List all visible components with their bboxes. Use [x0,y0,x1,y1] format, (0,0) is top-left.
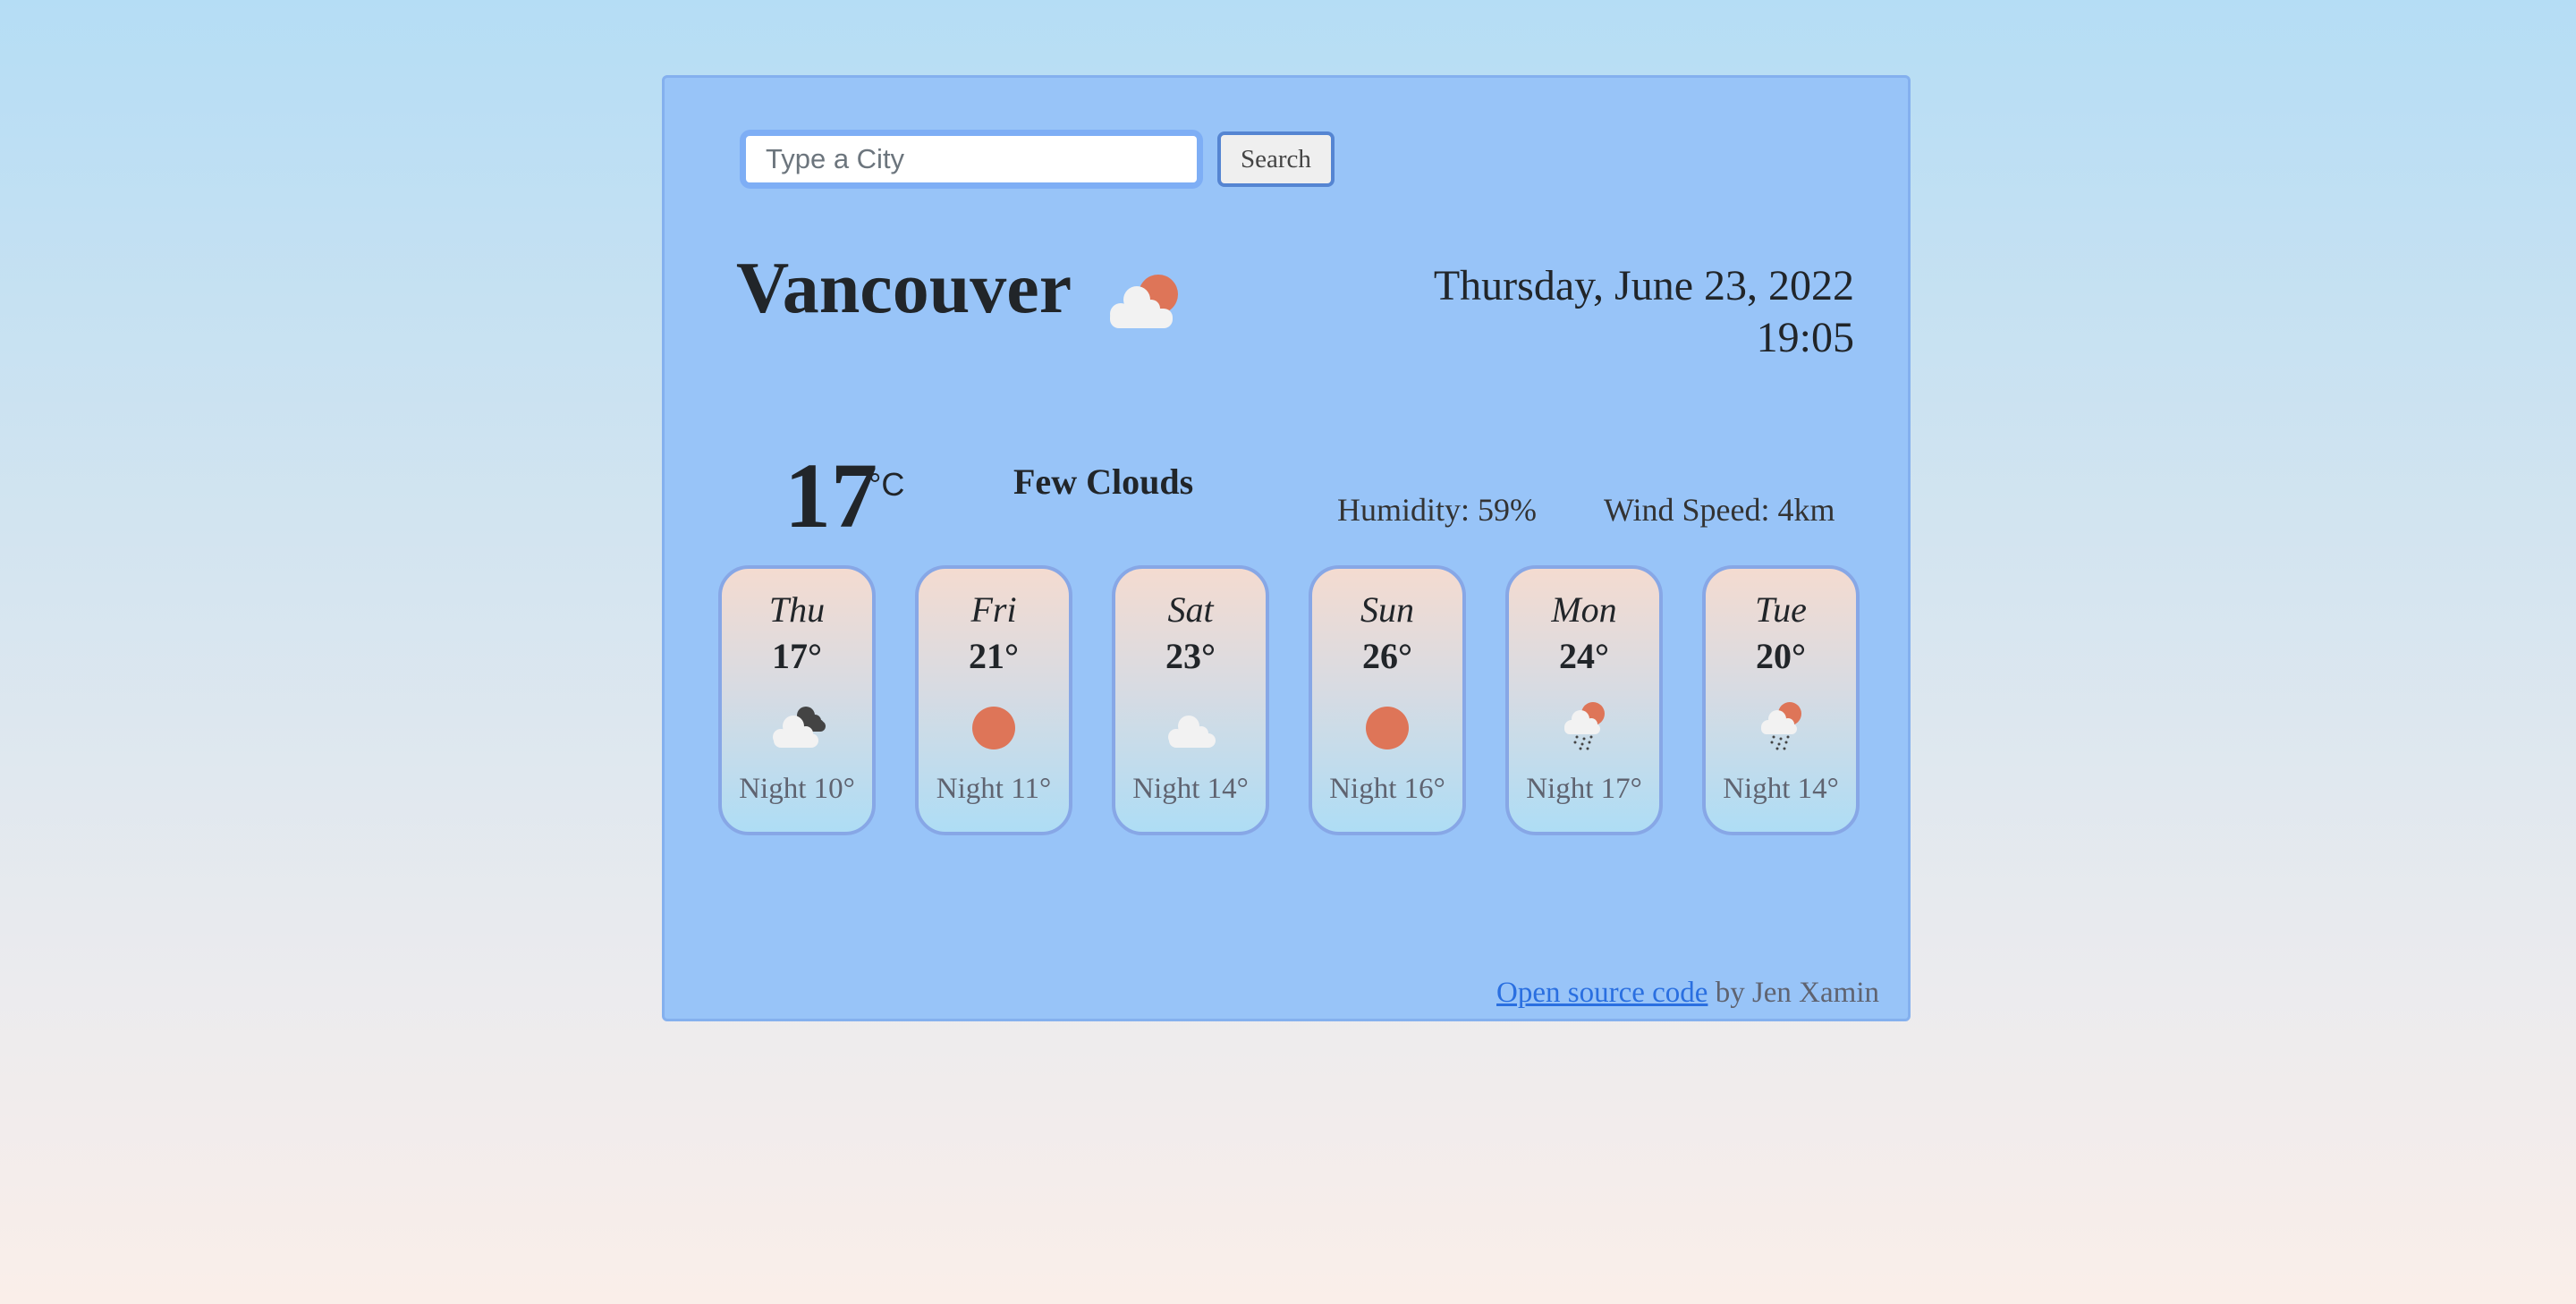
forecast-day-name: Mon [1551,589,1617,630]
forecast-day: Fri 21° Night 11° [915,565,1072,835]
forecast-high: 23° [1165,636,1216,676]
search-button[interactable]: Search [1217,131,1335,187]
forecast-night: Night 14° [1132,773,1249,805]
forecast-high: 24° [1559,636,1609,676]
current-time: 19:05 [1756,314,1854,361]
forecast-list: Thu 17° Night 10° Fri 21° Night 11° Sat … [718,565,1860,835]
footer: Open source code by Jen Xamin [1496,977,1879,1010]
cloud-icon [1168,716,1216,748]
sun-icon [1366,707,1409,749]
forecast-high: 26° [1362,636,1412,676]
forecast-night: Night 16° [1329,773,1445,805]
forecast-night: Night 14° [1723,773,1839,805]
open-source-link[interactable]: Open source code [1496,977,1707,1009]
forecast-night: Night 10° [739,773,855,805]
humidity: Humidity: 59% [1337,492,1537,528]
few-clouds-icon [1110,275,1178,328]
wind-speed: Wind Speed: 4km [1604,492,1835,528]
sun-rain-icon [1564,702,1605,750]
forecast-night: Night 11° [936,773,1052,805]
weather-app: Search Vancouver Thursday, June 23, 2022… [662,75,1911,1021]
forecast-day: Thu 17° Night 10° [718,565,876,835]
forecast-day-name: Fri [970,589,1017,630]
forecast-day: Sun 26° Night 16° [1309,565,1466,835]
city-name: Vancouver [736,247,1072,328]
forecast-high: 20° [1756,636,1806,676]
city-search-input[interactable] [746,136,1197,182]
forecast-day: Mon 24° Night 17° [1505,565,1663,835]
current-datetime: Thursday, June 23, 2022 19:05 [1434,260,1854,364]
forecast-day-name: Tue [1755,589,1807,630]
forecast-day: Sat 23° Night 14° [1112,565,1269,835]
weather-description: Few Clouds [1013,461,1194,502]
forecast-day: Tue 20° Night 14° [1702,565,1860,835]
forecast-day-name: Thu [768,589,826,630]
search-form: Search [740,130,1335,189]
forecast-night: Night 17° [1526,773,1642,805]
sun-rain-icon [1761,702,1801,750]
author-credit: by Jen Xamin [1707,977,1879,1009]
temperature-unit[interactable]: °C [869,466,904,504]
forecast-high: 17° [772,636,822,676]
broken-clouds-icon [773,707,826,748]
sun-icon [972,707,1015,749]
search-input-wrapper [740,130,1203,189]
forecast-day-name: Sun [1360,589,1414,630]
current-date: Thursday, June 23, 2022 [1433,262,1854,309]
forecast-day-name: Sat [1167,589,1214,630]
current-temperature: 17 [784,445,877,547]
forecast-high: 21° [969,636,1019,676]
